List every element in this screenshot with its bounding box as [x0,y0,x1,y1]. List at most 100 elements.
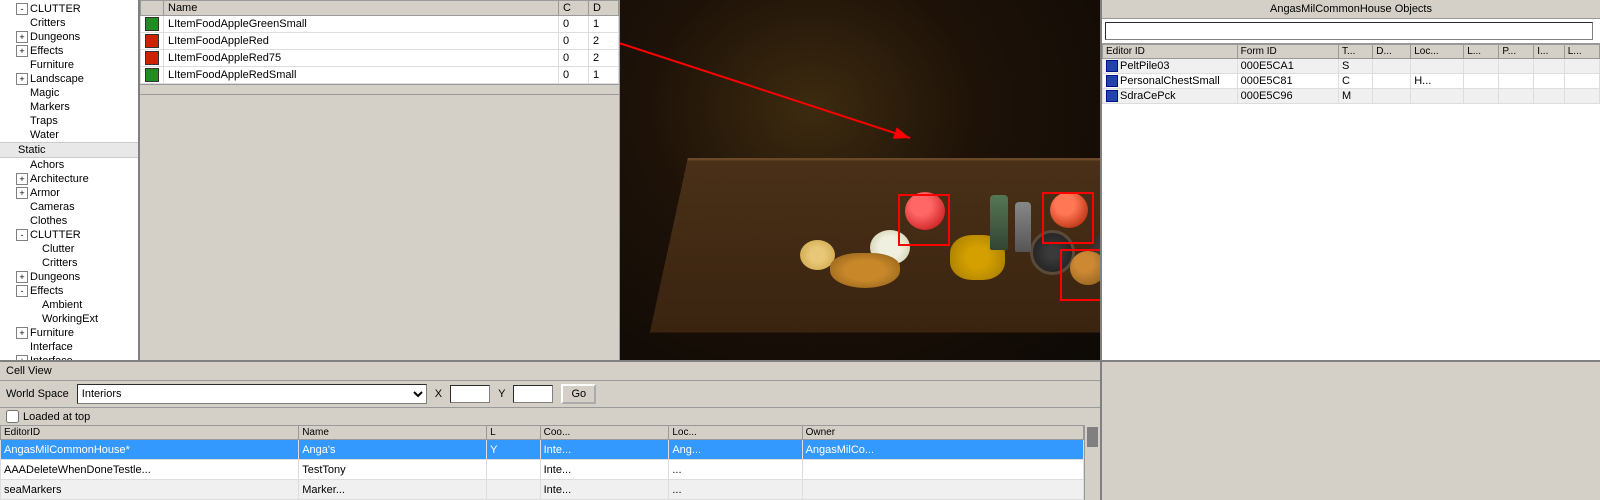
tree-item-clothes[interactable]: Clothes [0,214,138,228]
tree-label-clutter-child: Clutter [42,243,74,255]
world-space-label: World Space [6,388,69,400]
tree-label-clothes: Clothes [30,215,67,227]
tree-expand-architecture[interactable]: + [16,173,28,185]
item-icon [145,68,159,82]
obj-l [1464,74,1499,89]
cell-editor-id: AAADeleteWhenDoneTestle... [1,460,299,480]
cell-l: Y [487,440,540,460]
obj-i [1534,59,1565,74]
tree-item-effects-static[interactable]: -Effects [0,284,138,298]
tree-item-furniture-static[interactable]: +Furniture [0,326,138,340]
tree-label-static-header: Static [18,144,46,156]
tree-item-static-header[interactable]: Static [0,142,138,158]
world-space-select[interactable]: Interiors [77,384,427,404]
tree-item-critters-child[interactable]: Critters [0,256,138,270]
item-name: LItemFoodAppleRed [164,33,559,50]
tree-item-furniture-top[interactable]: Furniture [0,58,138,72]
cell-name: TestTony [299,460,487,480]
y-label: Y [498,388,505,400]
cell-view-controls: World Space Interiors X Y Go [0,381,1100,408]
tree-item-critters-top[interactable]: Critters [0,16,138,30]
tree-item-markers-top[interactable]: Markers [0,100,138,114]
item-list-row[interactable]: LItemFoodAppleRed75 0 2 [141,50,619,67]
tree-expand-clutter-top[interactable]: - [16,3,28,15]
cell-table-row[interactable]: seaMarkers Marker... Inte... ... [1,480,1084,500]
item-d: 1 [589,67,619,84]
highlight-box-2 [1042,192,1094,244]
item-list-row[interactable]: LItemFoodAppleGreenSmall 0 1 [141,16,619,33]
obj-t: S [1339,59,1373,74]
tree-item-dungeons-top[interactable]: +Dungeons [0,30,138,44]
objects-panel: AngasMilCommonHouse Objects Editor IDFor… [1100,0,1600,360]
obj-table-row[interactable]: PersonalChestSmall 000E5C81 C H... [1103,74,1600,89]
tree-expand-armor[interactable]: + [16,187,28,199]
tree-item-interface1[interactable]: Interface [0,340,138,354]
obj-form-id: 000E5C81 [1237,74,1338,89]
tree-label-critters-child: Critters [42,257,77,269]
item-icon [145,17,159,31]
obj-l [1464,89,1499,104]
tree-expand-clutter-static[interactable]: - [16,229,28,241]
cell-l [487,460,540,480]
tree-item-clutter-child[interactable]: Clutter [0,242,138,256]
tree-expand-dungeons-static[interactable]: + [16,271,28,283]
tree-item-magic-top[interactable]: Magic [0,86,138,100]
cell-table-row[interactable]: AngasMilCommonHouse* Anga's Y Inte... An… [1,440,1084,460]
tree-label-interface1: Interface [30,341,73,353]
bottom-right-panel [1100,362,1600,500]
tree-item-traps-top[interactable]: Traps [0,114,138,128]
tree-item-armor[interactable]: +Armor [0,186,138,200]
tree-expand-landscape-top[interactable]: + [16,73,28,85]
tree-item-water-top[interactable]: Water [0,128,138,142]
tree-expand-dungeons-top[interactable]: + [16,31,28,43]
tree-label-furniture-static: Furniture [30,327,74,339]
loaded-at-top-checkbox[interactable] [6,410,19,423]
tree-expand-furniture-static[interactable]: + [16,327,28,339]
item-list-table: Name C D LItemFoodAppleGreenSmall 0 1 LI… [140,0,619,85]
tree-expand-effects-static[interactable]: - [16,285,28,297]
tree-item-landscape-top[interactable]: +Landscape [0,72,138,86]
cell-col-header: L [487,426,540,440]
tree-item-workingext[interactable]: WorkingExt [0,312,138,326]
obj-d [1373,74,1411,89]
y-input[interactable] [513,385,553,403]
tree-item-clutter-top[interactable]: -CLUTTER [0,2,138,16]
objects-search-input[interactable] [1105,22,1593,40]
obj-p [1499,89,1534,104]
go-button[interactable]: Go [561,384,596,404]
item-list-row[interactable]: LItemFoodAppleRed 0 2 [141,33,619,50]
cell-table-scrollbar[interactable] [1084,425,1100,500]
tree-item-effects-top[interactable]: +Effects [0,44,138,58]
tree-label-markers-top: Markers [30,101,70,113]
tree-item-cameras[interactable]: Cameras [0,200,138,214]
x-input[interactable] [450,385,490,403]
item-list-row[interactable]: LItemFoodAppleRedSmall 0 1 [141,67,619,84]
cell-editor-id: AngasMilCommonHouse* [1,440,299,460]
obj-ll [1564,59,1599,74]
obj-p [1499,59,1534,74]
obj-col-header: L... [1564,45,1599,59]
tree-item-clutter-static[interactable]: -CLUTTER [0,228,138,242]
tree-label-armor: Armor [30,187,60,199]
tree-item-architecture[interactable]: +Architecture [0,172,138,186]
tree-label-critters-top: Critters [30,17,65,29]
obj-form-id: 000E5CA1 [1237,59,1338,74]
cell-owner [802,460,1083,480]
tree-item-ambient[interactable]: Ambient [0,298,138,312]
scene-bg [620,0,1100,360]
tree-item-anchors[interactable]: Achors [0,158,138,172]
obj-icon [1106,90,1118,102]
obj-i [1534,74,1565,89]
cell-table-container: EditorIDNameLCoo...Loc...Owner AngasMilC… [0,425,1100,500]
tree-label-ambient: Ambient [42,299,82,311]
obj-table-row[interactable]: PeltPile03 000E5CA1 S [1103,59,1600,74]
tree-expand-effects-top[interactable]: + [16,45,28,57]
viewport-3d [620,0,1100,360]
tree-item-dungeons-static[interactable]: +Dungeons [0,270,138,284]
objects-search-bar[interactable] [1102,19,1600,44]
obj-table-row[interactable]: SdraCePck 000E5C96 M [1103,89,1600,104]
tree-label-cameras: Cameras [30,201,75,213]
cell-table-row[interactable]: AAADeleteWhenDoneTestle... TestTony Inte… [1,460,1084,480]
obj-col-header: T... [1339,45,1373,59]
cell-loc: Ang... [669,440,802,460]
